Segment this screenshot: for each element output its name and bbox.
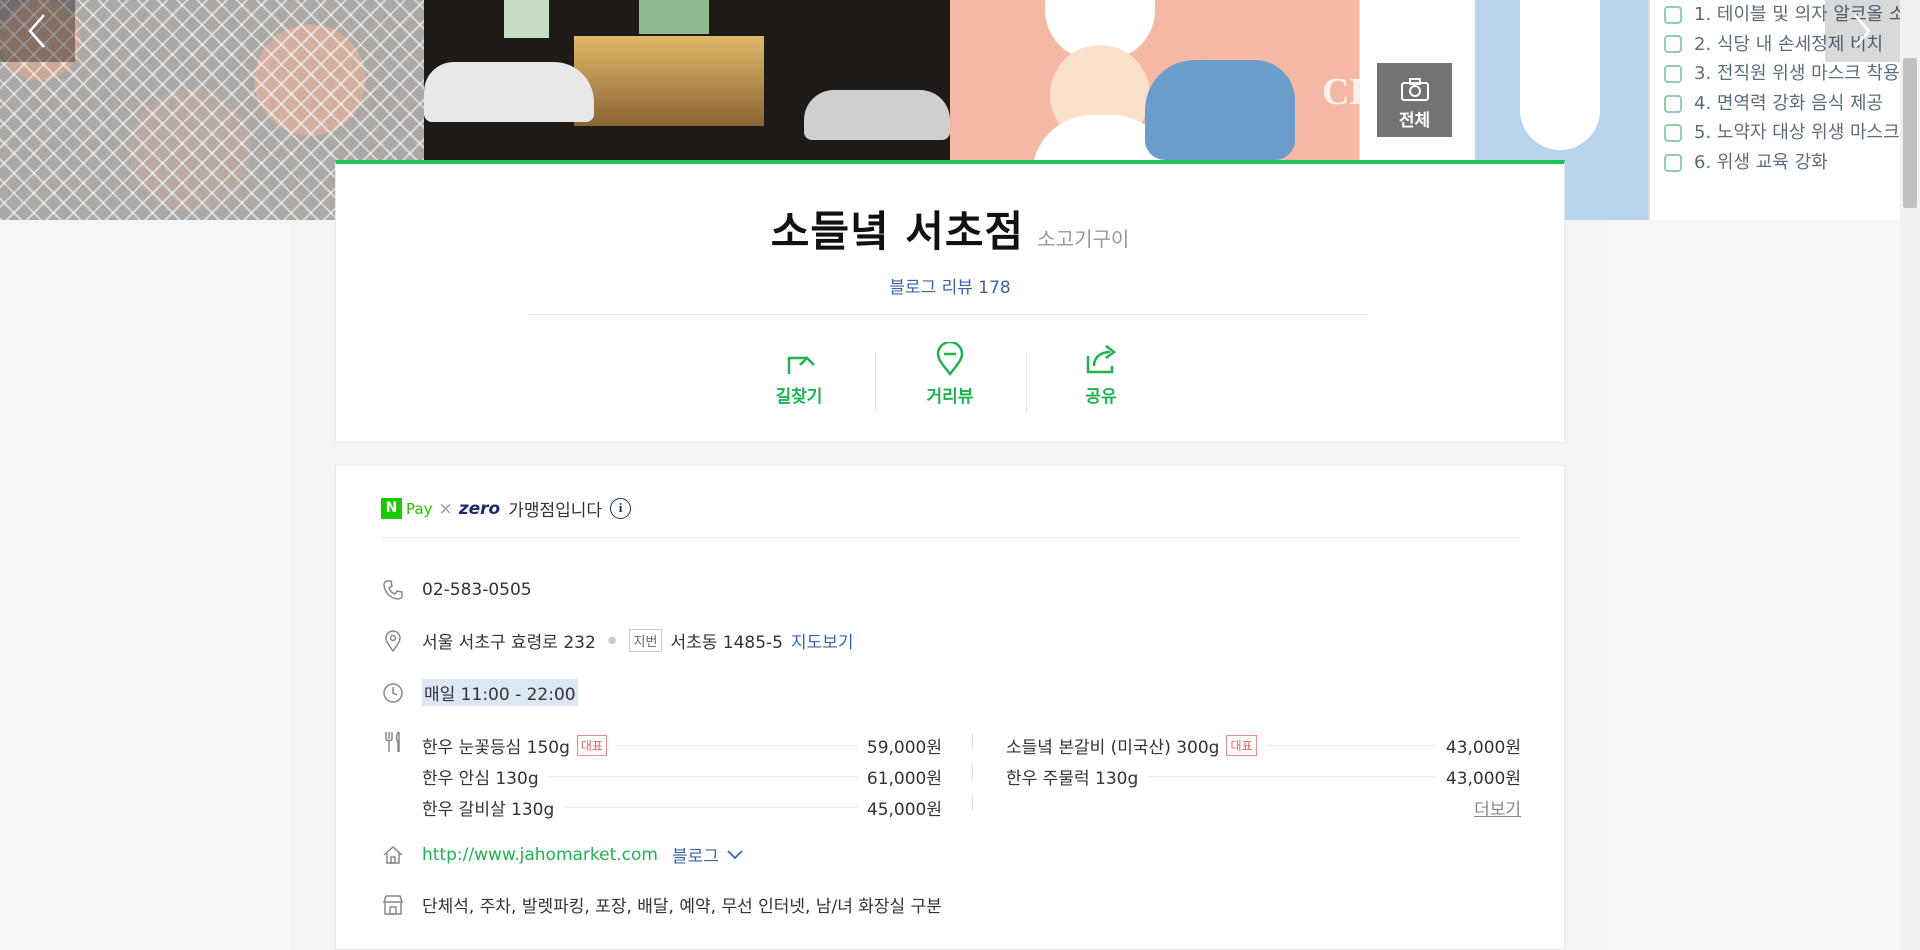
- place-details-card: N Pay × zero 가맹점입니다 i 02-583-0505 서울 서초구…: [335, 465, 1565, 950]
- streetview-icon: [936, 342, 964, 376]
- website-link[interactable]: http://www.jahomarket.com: [422, 845, 658, 865]
- menu-more-row: 더보기: [1006, 792, 1521, 823]
- npay-logo: N: [381, 498, 402, 519]
- representative-badge: 대표: [1226, 735, 1257, 756]
- place-summary-card: 소들녘 서초점 소고기구이 블로그 리뷰 178 길찾기 거리뷰 공유: [335, 160, 1565, 443]
- parked-car: [424, 62, 594, 122]
- dotted-leader: [564, 807, 857, 808]
- zeropay-logo: zero: [458, 498, 501, 519]
- view-all-label: 전체: [1398, 110, 1431, 130]
- clock-icon: [383, 682, 403, 703]
- dotted-leader: [548, 776, 857, 777]
- menu-column-left: 한우 눈꽃등심 150g 대표 59,000원 한우 안심 130g 61,00…: [422, 730, 942, 823]
- phone-icon: [383, 580, 403, 600]
- notice-item: 5. 노약자 대상 위생 마스크: [1664, 118, 1900, 148]
- blog-label: 블로그: [672, 847, 719, 867]
- scrollbar-thumb[interactable]: [1903, 58, 1917, 208]
- streetview-button[interactable]: 거리뷰: [874, 342, 1026, 412]
- menu-item: 한우 안심 130g 61,000원: [422, 761, 942, 792]
- notice-bullet-icon: [1664, 5, 1682, 24]
- menu-price: 59,000원: [866, 738, 942, 758]
- jibun-address: 서초동 1485-5: [670, 633, 783, 653]
- menu-column-separator: [972, 734, 973, 814]
- menu-item: 한우 주물럭 130g 43,000원: [1006, 761, 1521, 792]
- view-all-photos-button[interactable]: 전체: [1377, 63, 1452, 137]
- website-row: http://www.jahomarket.com 블로그: [381, 842, 743, 867]
- share-label: 공유: [1085, 387, 1117, 406]
- amenities-row: 단체석, 주차, 발렛파킹, 포장, 배달, 예약, 무선 인터넷, 남/녀 화…: [381, 892, 942, 917]
- notice-bullet-icon: [1664, 153, 1682, 172]
- gallery-prev-button[interactable]: [0, 0, 75, 62]
- chevron-right-icon: [1854, 14, 1871, 48]
- divider: [529, 314, 1367, 315]
- notice-bullet-icon: [1664, 64, 1682, 83]
- notice-bullet-icon: [1664, 35, 1682, 54]
- phone-row: 02-583-0505: [381, 578, 532, 602]
- storefront-sign: [639, 0, 709, 34]
- amenities-text: 단체석, 주차, 발렛파킹, 포장, 배달, 예약, 무선 인터넷, 남/녀 화…: [422, 897, 942, 917]
- camera-icon: [1400, 77, 1429, 101]
- blog-review-link[interactable]: 블로그 리뷰 178: [336, 273, 1564, 298]
- store-icon: [382, 894, 404, 915]
- menu-price: 43,000원: [1445, 769, 1521, 789]
- directions-button[interactable]: 길찾기: [724, 342, 875, 407]
- dotted-leader: [1266, 745, 1436, 746]
- parked-car: [804, 90, 950, 140]
- menu-item: 소들녘 본갈비 (미국산) 300g 대표 43,000원: [1006, 730, 1521, 761]
- notice-item: 6. 위생 교육 강화: [1664, 148, 1900, 178]
- menu-price: 45,000원: [866, 800, 942, 820]
- place-name: 소들녘 서초점: [770, 207, 1025, 256]
- road-address: 서울 서초구 효령로 232: [422, 633, 596, 653]
- divider: [381, 537, 1521, 538]
- info-icon[interactable]: i: [610, 498, 632, 519]
- gallery-next-button[interactable]: [1825, 0, 1900, 62]
- location-pin-icon: [385, 629, 401, 652]
- scooter: [1145, 60, 1295, 160]
- share-button[interactable]: 공유: [1025, 342, 1177, 412]
- npay-label: Pay: [406, 499, 433, 518]
- directions-label: 길찾기: [775, 387, 823, 406]
- share-icon: [1086, 345, 1117, 374]
- place-category: 소고기구이: [1037, 227, 1130, 251]
- menu-item: 한우 눈꽃등심 150g 대표 59,000원: [422, 730, 942, 761]
- chevron-left-icon: [28, 14, 45, 48]
- menu-more-link[interactable]: 더보기: [1474, 795, 1521, 820]
- home-icon: [383, 845, 403, 864]
- times-sign: ×: [438, 498, 453, 519]
- dotted-leader: [616, 745, 857, 746]
- representative-badge: 대표: [576, 735, 607, 756]
- notice-bullet-icon: [1664, 94, 1682, 113]
- notice-bullet-icon: [1664, 124, 1682, 143]
- title-row: 소들녘 서초점 소고기구이: [336, 198, 1564, 259]
- notice-item: 3. 전직원 위생 마스크 착용: [1664, 59, 1900, 89]
- chevron-down-icon: [727, 849, 743, 859]
- menu-item: 한우 갈비살 130g 45,000원: [422, 792, 942, 823]
- dotted-leader: [1148, 776, 1436, 777]
- separator-dot: ●: [607, 635, 617, 646]
- notice-item: 4. 면역력 강화 음식 제공: [1664, 89, 1900, 119]
- storefront-sign: [504, 0, 549, 38]
- jibun-tag: 지번: [628, 629, 663, 652]
- blog-dropdown[interactable]: 블로그: [672, 842, 743, 867]
- business-hours: 매일 11:00 - 22:00: [422, 679, 578, 706]
- menu-column-right: 소들녘 본갈비 (미국산) 300g 대표 43,000원 한우 주물럭 130…: [1006, 730, 1521, 823]
- menu-price: 61,000원: [866, 769, 942, 789]
- hours-row: 매일 11:00 - 22:00: [381, 679, 578, 706]
- fork-knife-icon: [385, 731, 400, 752]
- npay-zero-row: N Pay × zero 가맹점입니다 i: [381, 496, 632, 521]
- streetview-label: 거리뷰: [926, 387, 974, 406]
- pay-member-text: 가맹점입니다: [508, 501, 603, 521]
- directions-icon: [787, 356, 815, 374]
- address-row: 서울 서초구 효령로 232 ● 지번 서초동 1485-5 지도보기: [381, 628, 854, 653]
- phone-number[interactable]: 02-583-0505: [422, 580, 532, 600]
- storefront-entrance: [574, 36, 764, 126]
- doctor-coat: [1520, 0, 1600, 150]
- view-map-link[interactable]: 지도보기: [791, 628, 854, 653]
- action-bar: 길찾기 거리뷰 공유: [336, 342, 1564, 412]
- page-scrollbar[interactable]: [1900, 0, 1920, 950]
- menu-price: 43,000원: [1445, 738, 1521, 758]
